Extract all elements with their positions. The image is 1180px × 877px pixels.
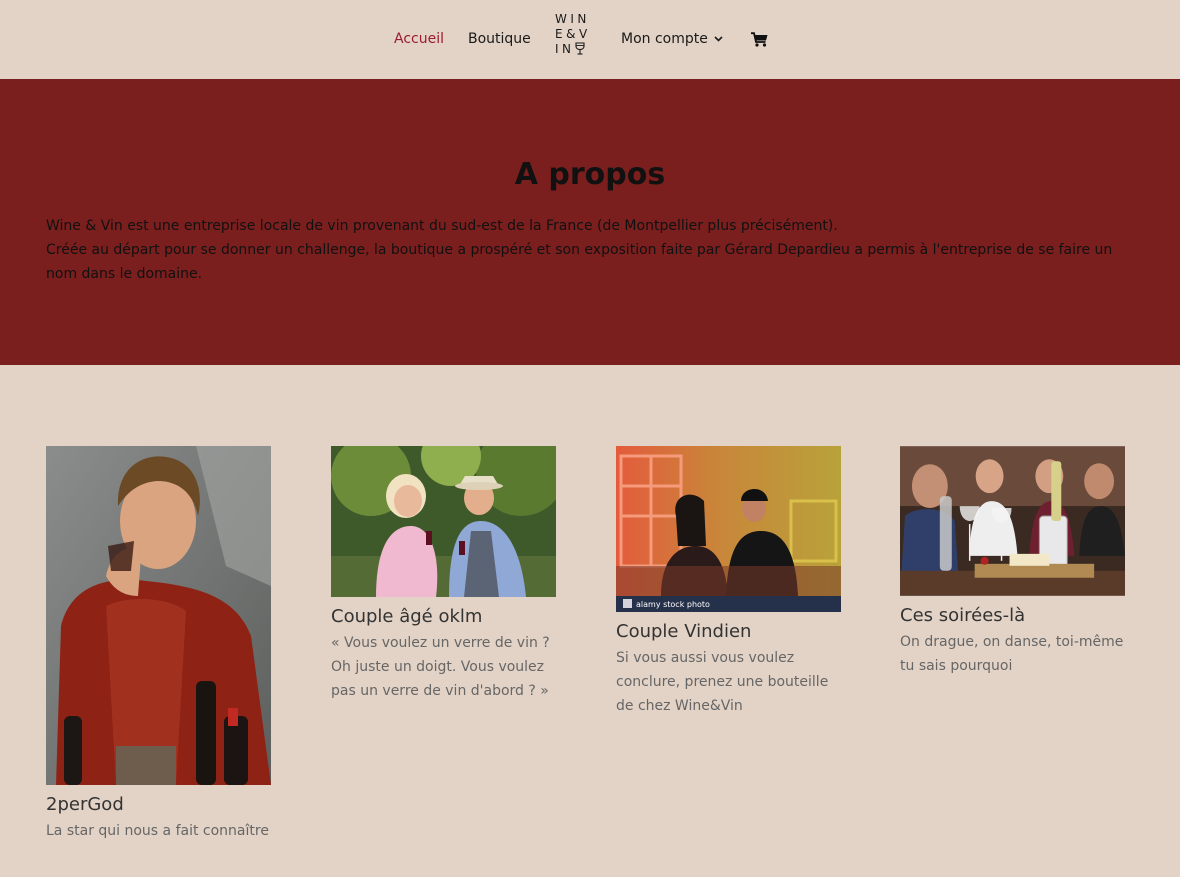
wine-glass-icon	[574, 42, 585, 55]
card-description: La star qui nous a fait connaître	[46, 823, 269, 839]
card-couple-age: Couple âgé oklm « Vous voulez un verre d…	[331, 446, 557, 703]
card-2pergod: 2perGod La star qui nous a fait connaîtr…	[46, 446, 272, 843]
card-photo-soirees[interactable]	[900, 446, 1125, 596]
site-header: Accueil Boutique WIN E&V IN Mon compte	[0, 0, 1180, 79]
chevron-down-icon	[714, 36, 723, 42]
card-photo-2pergod[interactable]	[46, 446, 271, 785]
card-photo-couple-age[interactable]	[331, 446, 556, 597]
site-logo[interactable]: WIN E&V IN	[555, 12, 595, 68]
card-photo-couple-vindien[interactable]: alamy stock photo	[616, 446, 841, 612]
card-soirees: Ces soirées-là On drague, on danse, toi-…	[900, 446, 1126, 678]
card-title[interactable]: Couple âgé oklm	[331, 605, 557, 629]
about-paragraph-1: Wine & Vin est une entreprise locale de …	[46, 218, 838, 234]
about-text: Wine & Vin est une entreprise locale de …	[46, 214, 1136, 286]
card-description: On drague, on danse, toi-même tu sais po…	[900, 634, 1124, 674]
nav-account[interactable]: Mon compte	[621, 30, 723, 48]
card-description: Si vous aussi vous voulez conclure, pren…	[616, 650, 829, 714]
nav-account-label: Mon compte	[621, 31, 708, 47]
alamy-watermark: alamy stock photo	[636, 600, 710, 609]
logo-line-3: IN	[555, 42, 575, 56]
card-description: « Vous voulez un verre de vin ? Oh juste…	[331, 635, 550, 699]
card-title[interactable]: 2perGod	[46, 793, 272, 817]
logo-line-2: E&V	[555, 27, 591, 41]
cart-icon[interactable]	[751, 32, 768, 47]
about-paragraph-2: Créée au départ pour se donner un challe…	[46, 242, 1113, 282]
card-title[interactable]: Ces soirées-là	[900, 604, 1126, 628]
about-title: A propos	[514, 157, 666, 192]
logo-line-1: WIN	[555, 12, 590, 26]
nav-home[interactable]: Accueil	[394, 30, 444, 48]
about-section: A propos Wine & Vin est une entreprise l…	[0, 79, 1180, 365]
nav-shop[interactable]: Boutique	[468, 30, 531, 48]
card-title[interactable]: Couple Vindien	[616, 620, 842, 644]
card-couple-vindien: alamy stock photo Couple Vindien Si vous…	[616, 446, 842, 718]
